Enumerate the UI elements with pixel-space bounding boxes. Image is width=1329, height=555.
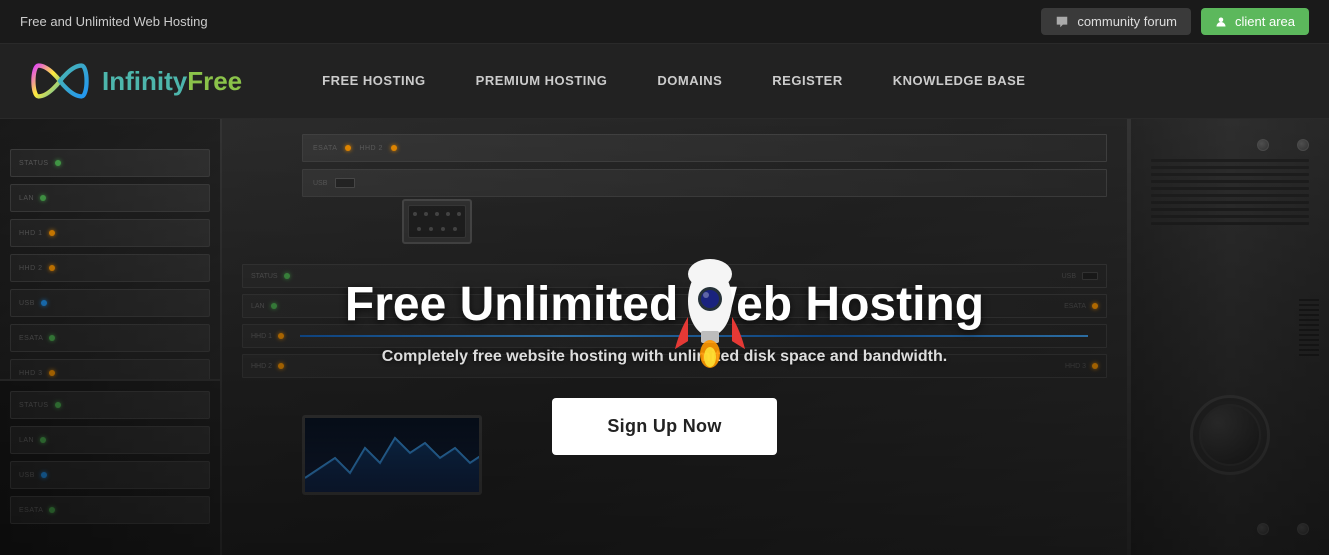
nav-item-knowledge-base[interactable]: KNOWLEDGE BASE (893, 72, 1026, 90)
person-icon (1215, 16, 1227, 28)
nav-link-knowledge-base[interactable]: KNOWLEDGE BASE (893, 73, 1026, 88)
top-bar: Free and Unlimited Web Hosting community… (0, 0, 1329, 44)
nav-link-premium-hosting[interactable]: PREMIUM HOSTING (476, 73, 608, 88)
logo-text: InfinityFree (102, 66, 242, 97)
hero-section: STATUS LAN HHD 1 HHD 2 USB eSATA HHD 3 (0, 119, 1329, 555)
nav-item-premium-hosting[interactable]: PREMIUM HOSTING (476, 72, 608, 90)
nav-bar: InfinityFree FREE HOSTING PREMIUM HOSTIN… (0, 44, 1329, 119)
logo-icon (30, 61, 90, 101)
nav-item-domains[interactable]: DOMAINS (657, 72, 722, 90)
nav-link-register[interactable]: REGISTER (772, 73, 842, 88)
nav-link-free-hosting[interactable]: FREE HOSTING (322, 73, 426, 88)
rocket-icon (645, 249, 775, 379)
client-area-button[interactable]: client area (1201, 8, 1309, 35)
nav-link-domains[interactable]: DOMAINS (657, 73, 722, 88)
community-forum-button[interactable]: community forum (1041, 8, 1191, 35)
top-bar-actions: community forum client area (1041, 8, 1309, 35)
chat-icon (1055, 15, 1069, 29)
nav-item-free-hosting[interactable]: FREE HOSTING (322, 72, 426, 90)
nav-links: FREE HOSTING PREMIUM HOSTING DOMAINS REG… (322, 72, 1025, 90)
nav-item-register[interactable]: REGISTER (772, 72, 842, 90)
logo-area: InfinityFree (30, 61, 242, 101)
rocket-icon-area (645, 249, 775, 379)
site-tagline: Free and Unlimited Web Hosting (20, 14, 208, 29)
signup-button[interactable]: Sign Up Now (552, 398, 776, 455)
